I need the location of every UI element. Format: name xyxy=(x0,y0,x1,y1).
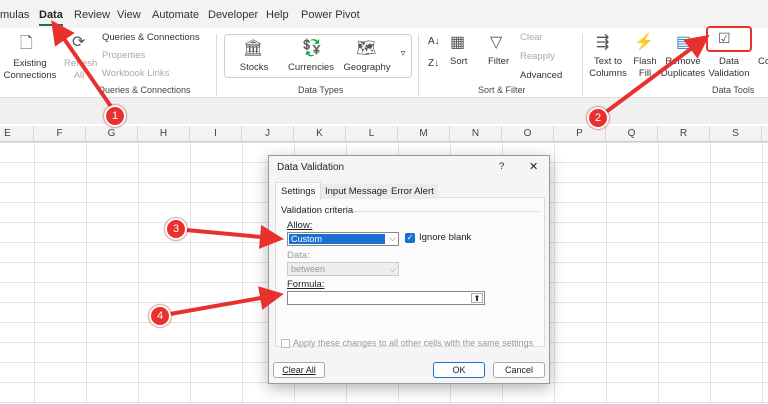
chevron-down-icon: ⌵ xyxy=(389,264,396,274)
tab-input-message[interactable]: Input Message xyxy=(321,184,392,199)
close-button[interactable]: ✕ xyxy=(529,160,538,173)
clear-button[interactable]: Clear xyxy=(520,32,543,44)
sort-ascending-icon[interactable]: A↓ xyxy=(428,36,440,48)
tab-error-alert[interactable]: Error Alert xyxy=(387,184,438,199)
currencies-icon: 💱 xyxy=(302,40,322,57)
sort-button[interactable]: Sort xyxy=(450,56,467,68)
formula-input[interactable]: ⬆ xyxy=(287,291,485,305)
reapply-button[interactable]: Reapply xyxy=(520,51,555,63)
stocks-button[interactable]: Stocks xyxy=(236,62,272,74)
apply-all-label: Apply these changes to all other cells w… xyxy=(293,338,534,348)
column-header[interactable]: R xyxy=(658,126,710,142)
column-header[interactable]: E xyxy=(0,126,34,142)
tab-automate[interactable]: Automate xyxy=(152,9,199,21)
tab-developer[interactable]: Developer xyxy=(208,9,258,21)
advanced-button[interactable]: Advanced xyxy=(520,70,562,82)
properties-button[interactable]: Properties xyxy=(102,50,145,62)
gallery-expand-icon[interactable]: ▿ xyxy=(396,48,410,60)
sort-descending-icon[interactable]: Z↓ xyxy=(428,58,439,70)
consolidate-button[interactable]: Co xyxy=(758,56,768,68)
tab-help[interactable]: Help xyxy=(266,9,289,21)
clear-all-button[interactable]: Clear All xyxy=(273,362,325,378)
data-validation-icon: ☑ xyxy=(718,30,731,46)
text-to-columns-icon: ⇶ xyxy=(596,34,610,51)
validation-criteria-label: Validation criteria xyxy=(281,205,354,216)
column-header[interactable]: L xyxy=(346,126,398,142)
column-header[interactable]: O xyxy=(502,126,554,142)
ignore-blank-label: Ignore blank xyxy=(419,232,472,243)
formula-label: Formula: xyxy=(287,279,325,290)
data-validation-button[interactable]: Data Validation xyxy=(702,56,756,80)
chevron-down-icon: ⌵ xyxy=(389,233,396,243)
callout-4: 4 xyxy=(149,305,171,327)
column-header[interactable]: K xyxy=(294,126,346,142)
dialog-title: Data Validation xyxy=(277,162,345,173)
cancel-button[interactable]: Cancel xyxy=(493,362,545,378)
callout-1: 1 xyxy=(104,105,126,127)
flash-fill-icon: ⚡ xyxy=(634,34,654,51)
geography-icon: 🗺 xyxy=(356,40,377,57)
currencies-button[interactable]: Currencies xyxy=(286,62,336,74)
existing-connections-button[interactable]: Existing Connections xyxy=(2,58,58,82)
column-header[interactable]: I xyxy=(190,126,242,142)
existing-connections-icon: 🗋 xyxy=(20,35,33,52)
group-label: Sort & Filter xyxy=(478,85,526,95)
tab-power-pivot[interactable]: Power Pivot xyxy=(301,9,360,21)
workbook-links-button[interactable]: Workbook Links xyxy=(102,68,169,80)
filter-icon: ▽ xyxy=(490,34,503,51)
data-selected-value: between xyxy=(291,264,326,274)
stocks-icon: 🏛 xyxy=(243,40,264,57)
remove-duplicates-icon: ▤ xyxy=(676,34,692,51)
sort-icon: ▦ xyxy=(450,34,466,51)
allow-label: Allow: xyxy=(287,220,313,231)
data-label: Data: xyxy=(287,250,310,261)
help-button[interactable]: ? xyxy=(499,161,504,172)
allow-selected-value: Custom xyxy=(289,234,385,244)
geography-button[interactable]: Geography xyxy=(342,62,392,74)
column-header[interactable]: S xyxy=(710,126,762,142)
tab-data[interactable]: Data xyxy=(39,9,63,26)
ok-button[interactable]: OK xyxy=(433,362,485,378)
ribbon-tabs: mulas Data Review View Automate Develope… xyxy=(0,0,768,28)
data-validation-dialog: Data Validation ? ✕ Settings Input Messa… xyxy=(268,155,550,384)
allow-select[interactable]: Custom ⌵ xyxy=(287,232,399,246)
queries-connections-button[interactable]: Queries & Connections xyxy=(102,32,200,44)
tab-review[interactable]: Review xyxy=(74,9,110,21)
refresh-all-button[interactable]: Refresh All xyxy=(64,58,97,82)
column-header[interactable]: Q xyxy=(606,126,658,142)
column-headers: E F G H I J K L M N O P Q R S xyxy=(0,126,768,142)
tab-view[interactable]: View xyxy=(117,9,141,21)
remove-duplicates-button[interactable]: Remove Duplicates xyxy=(660,56,706,80)
callout-3: 3 xyxy=(165,218,187,240)
group-label: Data Types xyxy=(298,85,344,95)
callout-2: 2 xyxy=(587,107,609,129)
apply-all-checkbox[interactable] xyxy=(281,339,290,348)
group-label: Data Tools xyxy=(712,85,755,95)
flash-fill-button[interactable]: Flash Fill xyxy=(632,56,658,80)
ribbon: 🗋 Existing Connections ⟳ Refresh All Que… xyxy=(0,26,768,98)
column-header[interactable]: H xyxy=(138,126,190,142)
tab-settings[interactable]: Settings xyxy=(275,182,322,200)
filter-button[interactable]: Filter xyxy=(488,56,509,68)
data-select[interactable]: between ⌵ xyxy=(287,262,399,276)
tab-formulas[interactable]: mulas xyxy=(0,9,29,21)
group-label: Queries & Connections xyxy=(98,85,191,95)
column-header[interactable]: G xyxy=(86,126,138,142)
column-header[interactable]: F xyxy=(34,126,86,142)
ignore-blank-checkbox[interactable]: ✓ xyxy=(405,233,415,243)
text-to-columns-button[interactable]: Text to Columns xyxy=(588,56,628,80)
column-header[interactable]: J xyxy=(242,126,294,142)
refresh-icon: ⟳ xyxy=(72,34,86,51)
range-select-icon[interactable]: ⬆ xyxy=(471,293,483,303)
column-header[interactable]: N xyxy=(450,126,502,142)
column-header[interactable]: M xyxy=(398,126,450,142)
